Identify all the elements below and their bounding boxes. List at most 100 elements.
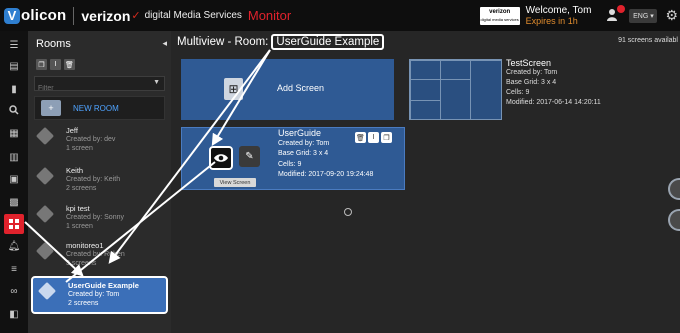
rename-screen-icon[interactable]: I: [368, 132, 379, 143]
screen-creator: Created by: Tom: [506, 69, 558, 76]
language-select[interactable]: ENG ▾: [629, 8, 658, 23]
copy-screen-icon[interactable]: ❐: [381, 132, 392, 143]
rooms-title: Rooms: [36, 37, 71, 50]
new-room-button[interactable]: + NEW ROOM: [34, 96, 165, 120]
testscreen-thumbnail[interactable]: [409, 59, 502, 120]
edit-screen-button[interactable]: ✎: [239, 146, 260, 167]
screen-toolbar: 🗑︎ I ❐: [355, 132, 392, 143]
delete-room-icon[interactable]: 🗑︎: [64, 59, 75, 70]
welcome-text: Welcome, Tom: [525, 4, 592, 16]
menu-icon[interactable]: ☰: [4, 35, 24, 55]
settings-gear-icon[interactable]: ⚙: [665, 7, 678, 24]
room-screen-count: 3 screens: [66, 260, 97, 267]
room-screen-count: 2 screens: [68, 300, 99, 307]
view-screen-button[interactable]: [209, 146, 233, 170]
grid-icon[interactable]: ▩: [4, 192, 24, 212]
rooms-header: Rooms ◂: [28, 31, 171, 56]
grid-cell: [440, 79, 471, 120]
delete-screen-icon[interactable]: 🗑︎: [355, 132, 366, 143]
loading-indicator-icon: [344, 208, 352, 216]
link-icon[interactable]: ∞: [4, 281, 24, 301]
grid-cell: [440, 60, 471, 80]
add-screen-label: Add Screen: [277, 83, 325, 93]
room-name: monitoreo1: [66, 241, 104, 250]
exit-icon[interactable]: ◧: [4, 304, 24, 324]
eye-icon: [214, 154, 228, 162]
room-name: Jeff: [66, 126, 78, 135]
verizon-brand: verizon: [81, 7, 131, 24]
collapse-panel-icon[interactable]: ◂: [162, 38, 167, 49]
divider: [73, 6, 75, 25]
volicon-logo[interactable]: V olicon: [4, 7, 66, 24]
welcome-block[interactable]: Welcome, Tom Expires in 1h: [526, 5, 592, 27]
room-list-item[interactable]: kpi test Created by: Sonny 1 screen: [31, 201, 168, 237]
notifications-icon[interactable]: [607, 4, 626, 24]
room-cube-icon: [35, 126, 55, 146]
bookmark-icon[interactable]: ▮: [4, 79, 24, 99]
screens-available: 91 screens availabl: [618, 37, 678, 44]
rename-room-icon[interactable]: I: [50, 59, 61, 70]
multiview-main: Multiview - Room: UserGuide Example 91 s…: [171, 31, 680, 333]
page-title-prefix: Multiview - Room:: [177, 36, 269, 48]
room-name: UserGuide Example: [68, 281, 139, 290]
search-icon[interactable]: [4, 100, 24, 120]
room-creator: Created by: dev: [66, 136, 116, 143]
layers-icon[interactable]: ▥: [4, 147, 24, 167]
room-list-item[interactable]: Jeff Created by: dev 1 screen: [31, 123, 168, 159]
new-room-label: NEW ROOM: [73, 103, 119, 113]
room-list-item[interactable]: monitoreo1 Created by: Ruben 3 screens: [31, 238, 168, 274]
top-bar: V olicon verizon ✓ digital Media Service…: [0, 0, 680, 31]
logo-text: olicon: [21, 7, 67, 24]
room-cube-icon: [37, 281, 57, 301]
room-list-item-selected[interactable]: UserGuide Example Created by: Tom 2 scre…: [31, 276, 168, 314]
room-cube-icon: [35, 204, 55, 224]
list-icon[interactable]: ≡: [4, 259, 24, 279]
add-screen-card[interactable]: ⊞ Add Screen: [181, 59, 394, 120]
room-text: UserGuide Example Created by: Tom 2 scre…: [68, 281, 139, 308]
screen-base-grid: Base Grid: 3 x 4: [506, 79, 557, 86]
screen-name: TestScreen: [506, 58, 552, 68]
room-creator: Created by: Tom: [68, 291, 120, 298]
monitor-icon[interactable]: ▦: [4, 123, 24, 143]
filter-funnel-icon[interactable]: ▼: [153, 79, 160, 86]
userguide-screen-card[interactable]: UserGuide Created by: Tom Base Grid: 3 x…: [181, 127, 405, 190]
room-text: Keith Created by: Keith 2 screens: [66, 166, 120, 193]
room-cube-icon: [35, 241, 55, 261]
screen-base-grid: Base Grid: 3 x 4: [278, 150, 329, 157]
new-room-icon: +: [41, 100, 61, 116]
panel-icon[interactable]: ▤: [4, 56, 24, 76]
testscreen-info: TestScreen Created by: Tom Base Grid: 3 …: [506, 58, 601, 108]
filter-input[interactable]: [35, 82, 164, 95]
grid-cell: [410, 79, 441, 101]
screen-modified: Modified: 2017-06-14 14:20:11: [506, 99, 601, 106]
copy-room-icon[interactable]: ❐: [36, 59, 47, 70]
pencil-icon: ✎: [245, 151, 254, 162]
room-filter[interactable]: ▼: [34, 76, 165, 95]
page-title-room: UserGuide Example: [271, 34, 385, 50]
rooms-panel: Rooms ◂ ❐ I 🗑︎ ▼ + NEW ROOM Jeff Created…: [28, 31, 171, 333]
room-creator: Created by: Keith: [66, 176, 121, 183]
session-expiry: Expires in 1h: [525, 15, 578, 26]
side-scroll-button[interactable]: [668, 209, 680, 231]
add-screen-icon: ⊞: [224, 78, 243, 100]
room-cube-icon: [35, 166, 55, 186]
grid-cell: [410, 60, 441, 80]
bell-icon[interactable]: 🔔︎: [4, 236, 24, 256]
search-glyph: [9, 105, 19, 115]
file-icon[interactable]: ▣: [4, 169, 24, 189]
room-list-item[interactable]: Keith Created by: Keith 2 screens: [31, 163, 168, 199]
verizon-badge: verizon digital media services: [479, 6, 520, 25]
screen-cells: Cells: 9: [506, 89, 530, 96]
badge-line2: digital media services: [480, 16, 519, 22]
room-creator: Created by: Sonny: [66, 214, 124, 221]
view-screen-tooltip: View Screen: [214, 178, 256, 187]
multiview-icon[interactable]: [4, 214, 24, 234]
user-area: verizon digital media services Welcome, …: [479, 0, 680, 31]
rooms-toolbar: ❐ I 🗑︎: [28, 56, 171, 73]
grid-cell: [410, 100, 441, 120]
side-scroll-button[interactable]: [668, 178, 680, 200]
screen-modified: Modified: 2017-09-20 19:24:48: [278, 171, 374, 178]
notification-dot: [617, 4, 626, 13]
room-creator: Created by: Ruben: [66, 251, 125, 258]
room-name: Keith: [66, 166, 84, 175]
